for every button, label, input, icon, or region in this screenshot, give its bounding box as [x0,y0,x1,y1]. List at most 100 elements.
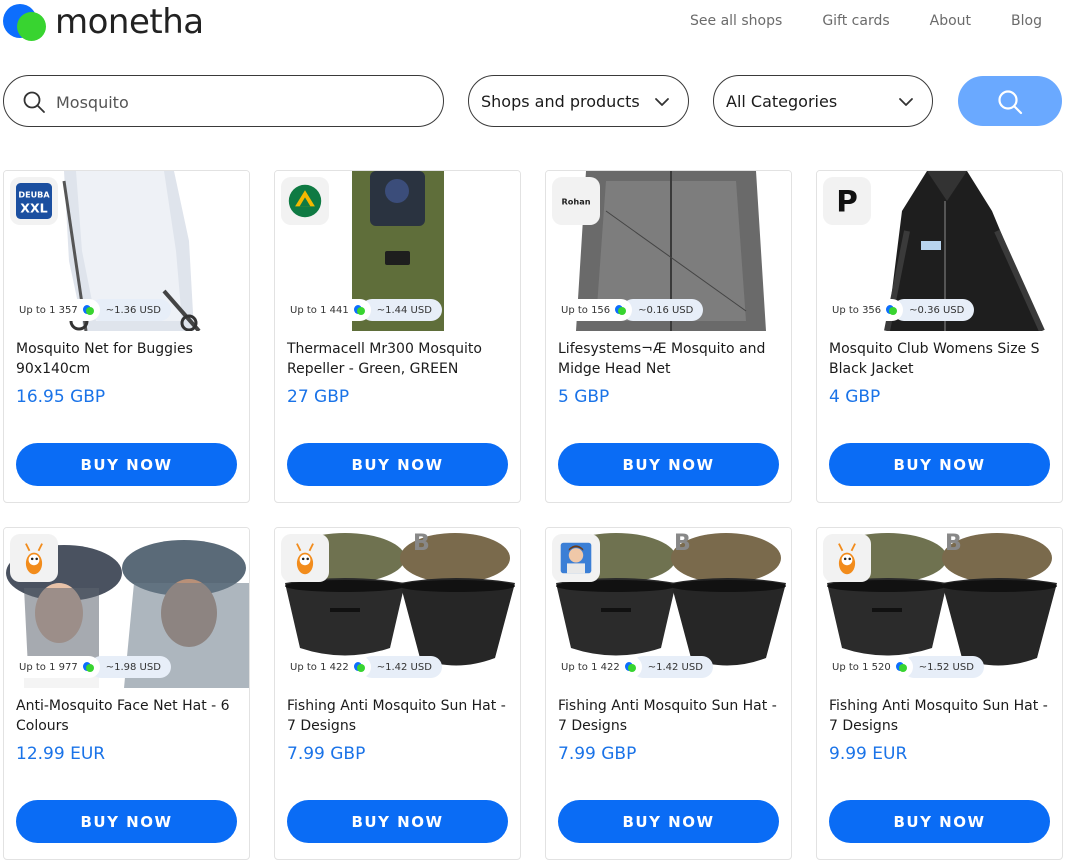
product-title[interactable]: Fishing Anti Mosquito Sun Hat - 7 Design… [829,696,1053,736]
product-title[interactable]: Mosquito Net for Buggies 90x140cm [16,339,240,379]
monetha-token-icon [82,661,94,673]
shop-logo: P [823,177,871,225]
nav-see-all-shops[interactable]: See all shops [690,12,782,30]
search-icon [23,91,45,113]
buy-now-button[interactable]: BUY NOW [829,800,1050,843]
buy-now-button[interactable]: BUY NOW [16,443,237,486]
cashback-badge: Up to 1 357 ~1.36 USD [10,299,171,321]
product-title[interactable]: Fishing Anti Mosquito Sun Hat - 7 Design… [558,696,782,736]
scope-select[interactable]: Shops and products [468,75,689,127]
cashback-amount: Up to 1 422 [561,661,620,673]
rohan-logo-icon: Rohan [561,197,590,207]
cashback-usd: ~1.44 USD [360,299,442,321]
shop-logo [552,534,600,582]
cashback-badge: Up to 156 ~0.16 USD [552,299,704,321]
svg-text:B: B [413,531,430,556]
cashback-usd: ~1.42 USD [631,656,713,678]
bee-mascot-icon [296,543,314,575]
shop-logo: DEUBA XXL [10,177,58,225]
buy-now-button[interactable]: BUY NOW [558,443,779,486]
cashback-usd: ~1.52 USD [902,656,984,678]
search-input[interactable] [56,88,426,116]
avatar-shop-icon [560,542,592,574]
product-card[interactable]: Rohan Up to 156 ~0.16 USD Lifesystems¬Æ … [545,170,792,503]
cashback-amount: Up to 1 441 [290,304,349,316]
product-title[interactable]: Mosquito Club Womens Size S Black Jacket [829,339,1053,379]
buy-now-button[interactable]: BUY NOW [16,800,237,843]
cashback-badge: Up to 356 ~0.36 USD [823,299,975,321]
product-card[interactable]: B Up to 1 422 ~1.42 USD Fishing Anti Mos… [274,527,521,860]
cashback-usd: ~0.16 USD [622,299,704,321]
product-title[interactable]: Thermacell Mr300 Mosquito Repeller - Gre… [287,339,511,379]
cashback-badge: Up to 1 422 ~1.42 USD [552,656,713,678]
svg-text:DEUBA: DEUBA [18,189,50,199]
svg-text:B: B [945,531,962,556]
product-card[interactable]: B Up to 1 520 ~1.52 USD Fishing Anti Mos… [816,527,1063,860]
product-card[interactable]: Up to 1 977 ~1.98 USD Anti-Mosquito Face… [3,527,250,860]
product-title[interactable]: Lifesystems¬Æ Mosquito and Midge Head Ne… [558,339,782,379]
search-icon [998,90,1023,115]
cashback-usd: ~0.36 USD [893,299,975,321]
buy-now-button[interactable]: BUY NOW [287,443,508,486]
cashback-badge: Up to 1 422 ~1.42 USD [281,656,442,678]
product-price: 16.95 GBP [16,387,106,407]
cashback-badge: Up to 1 441 ~1.44 USD [281,299,442,321]
nav-about[interactable]: About [930,12,971,30]
svg-text:B: B [674,531,691,556]
product-title[interactable]: Anti-Mosquito Face Net Hat - 6 Colours [16,696,240,736]
deuba-xxl-logo-icon: DEUBA XXL [16,183,52,219]
product-card[interactable]: Up to 1 441 ~1.44 USD Thermacell Mr300 M… [274,170,521,503]
cashback-amount: Up to 1 357 [19,304,78,316]
buy-now-button[interactable]: BUY NOW [558,800,779,843]
product-title[interactable]: Fishing Anti Mosquito Sun Hat - 7 Design… [287,696,511,736]
monetha-token-icon [895,661,907,673]
cashback-amount: Up to 356 [832,304,882,316]
shop-logo [281,534,329,582]
search-button[interactable] [958,76,1062,126]
cashback-usd: ~1.36 USD [89,299,171,321]
bee-mascot-icon [25,543,43,575]
arrow-shop-icon [288,184,322,218]
shop-logo [10,534,58,582]
monetha-token-icon [624,661,636,673]
shop-logo [823,534,871,582]
nav-blog[interactable]: Blog [1011,12,1042,30]
product-price: 27 GBP [287,387,350,407]
product-price: 7.99 GBP [558,744,637,764]
product-card[interactable]: B Up to 1 422 ~1.42 USD Fishing Anti Mos… [545,527,792,860]
monetha-token-icon [353,304,365,316]
bee-mascot-icon [838,543,856,575]
cashback-amount: Up to 1 977 [19,661,78,673]
product-price: 12.99 EUR [16,744,106,764]
buy-now-button[interactable]: BUY NOW [829,443,1050,486]
svg-text:P: P [836,184,858,218]
shop-logo [281,177,329,225]
category-select-value: All Categories [726,92,838,111]
cashback-amount: Up to 1 520 [832,661,891,673]
product-card[interactable]: DEUBA XXL Up to 1 357 ~1.36 USD Mosquito… [3,170,250,503]
search-bar: Shops and products All Categories [3,75,1063,127]
monetha-logo[interactable]: monetha [3,3,204,41]
buy-now-button[interactable]: BUY NOW [287,800,508,843]
top-nav: See all shops Gift cards About Blog [650,12,1042,30]
monetha-token-icon [82,304,94,316]
chevron-down-icon [899,98,913,106]
search-field[interactable] [3,75,444,127]
p-shop-logo-icon: P [836,184,858,218]
cashback-amount: Up to 156 [561,304,611,316]
cashback-badge: Up to 1 520 ~1.52 USD [823,656,984,678]
monetha-token-icon [353,661,365,673]
category-select[interactable]: All Categories [713,75,933,127]
cashback-badge: Up to 1 977 ~1.98 USD [10,656,171,678]
svg-text:XXL: XXL [20,201,47,216]
nav-gift-cards[interactable]: Gift cards [822,12,889,30]
monetha-token-icon [886,304,898,316]
product-card[interactable]: P Up to 356 ~0.36 USD Mosquito Club Wome… [816,170,1063,503]
product-price: 9.99 EUR [829,744,908,764]
svg-text:Rohan: Rohan [561,197,590,207]
product-price: 5 GBP [558,387,610,407]
chevron-down-icon [655,98,669,106]
scope-select-value: Shops and products [481,92,640,111]
cashback-amount: Up to 1 422 [290,661,349,673]
product-price: 4 GBP [829,387,881,407]
